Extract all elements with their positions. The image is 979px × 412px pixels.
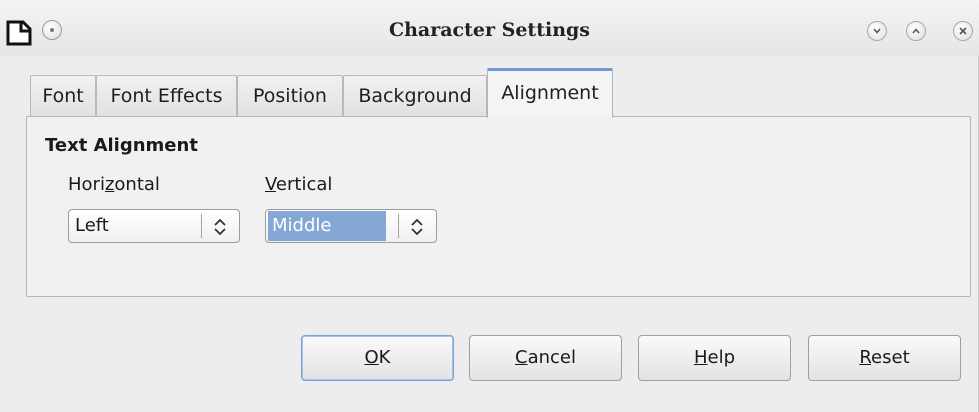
chevron-down-icon[interactable]	[867, 21, 887, 41]
tab-position[interactable]: Position	[237, 75, 343, 116]
combo-separator	[201, 214, 202, 238]
title-bar[interactable]: Character Settings	[0, 0, 979, 56]
horizontal-label: Horizontal	[68, 174, 160, 195]
ok-button[interactable]: OK	[301, 335, 454, 381]
reset-button[interactable]: Reset	[808, 335, 961, 381]
section-title: Text Alignment	[45, 135, 198, 156]
tab-font-effects[interactable]: Font Effects	[96, 75, 237, 116]
cancel-button[interactable]: Cancel	[469, 335, 622, 381]
vertical-value: Middle	[268, 211, 386, 241]
tab-alignment[interactable]: Alignment	[487, 68, 613, 118]
spin-arrows-icon[interactable]	[410, 217, 424, 237]
vertical-select[interactable]: Middle	[265, 209, 437, 243]
alignment-panel: Text Alignment Horizontal Vertical Left …	[26, 116, 971, 297]
tab-background[interactable]: Background	[343, 75, 487, 116]
combo-separator	[398, 214, 399, 238]
close-icon[interactable]	[953, 21, 973, 41]
spin-arrows-icon[interactable]	[213, 217, 227, 237]
window-title: Character Settings	[388, 19, 590, 41]
chevron-up-icon[interactable]	[906, 21, 926, 41]
horizontal-value: Left	[75, 215, 109, 236]
horizontal-select[interactable]: Left	[68, 209, 240, 243]
tab-font[interactable]: Font	[30, 75, 96, 116]
help-button[interactable]: Help	[638, 335, 791, 381]
vertical-label: Vertical	[265, 174, 333, 195]
character-settings-dialog: Character Settings Font Font Effects Pos…	[0, 0, 979, 412]
